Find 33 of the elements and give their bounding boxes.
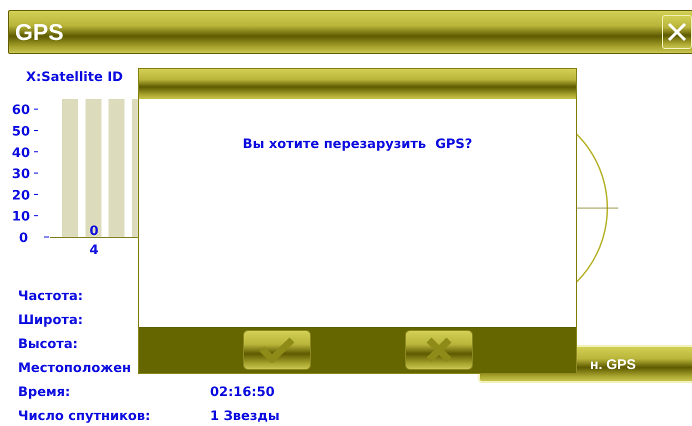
y-tick-label: 50 — [12, 124, 30, 140]
y-tick-label: 60 — [12, 103, 38, 118]
y-tick-label: 30 — [12, 167, 38, 182]
info-label: Число спутников: — [18, 408, 152, 426]
close-icon — [667, 22, 687, 42]
y-tick-label: 10 — [12, 210, 30, 225]
info-label: Высота: — [18, 336, 79, 354]
bar-value-label: 0 — [89, 224, 99, 239]
y-tick-label: 20 — [12, 188, 38, 204]
cancel-button[interactable] — [404, 330, 472, 370]
y-tick-label: 30 — [12, 167, 30, 182]
info-value: 1 Звезды — [210, 408, 281, 426]
info-label: Широта: — [18, 312, 84, 330]
y-tick-label: 10 — [12, 210, 38, 225]
confirm-button[interactable] — [242, 330, 310, 370]
chart-label: X:Satellite ID — [26, 70, 124, 85]
y-tick-label: 50 — [12, 124, 38, 140]
checkmark-icon — [258, 337, 294, 363]
y-tick-label: 60 — [12, 103, 30, 118]
cross-icon — [424, 336, 452, 364]
info-label: Местоположен — [18, 360, 132, 378]
y-tick-label: 40 — [12, 146, 30, 161]
y-tick-label: 0 — [18, 231, 50, 246]
y-tick-label: 40 — [12, 146, 38, 161]
dialog-message: Вы хотите перезарузить GPS? — [242, 137, 472, 154]
info-label: Частота: — [18, 288, 84, 306]
close-button[interactable] — [662, 15, 692, 49]
window-title: GPS — [14, 18, 64, 46]
info-value: 02:16:50 — [210, 384, 276, 402]
info-label: Время: — [18, 384, 72, 402]
y-tick-label: 0 — [18, 231, 28, 246]
x-tick-label: 4 — [89, 243, 99, 258]
y-tick-label: 20 — [12, 188, 30, 204]
